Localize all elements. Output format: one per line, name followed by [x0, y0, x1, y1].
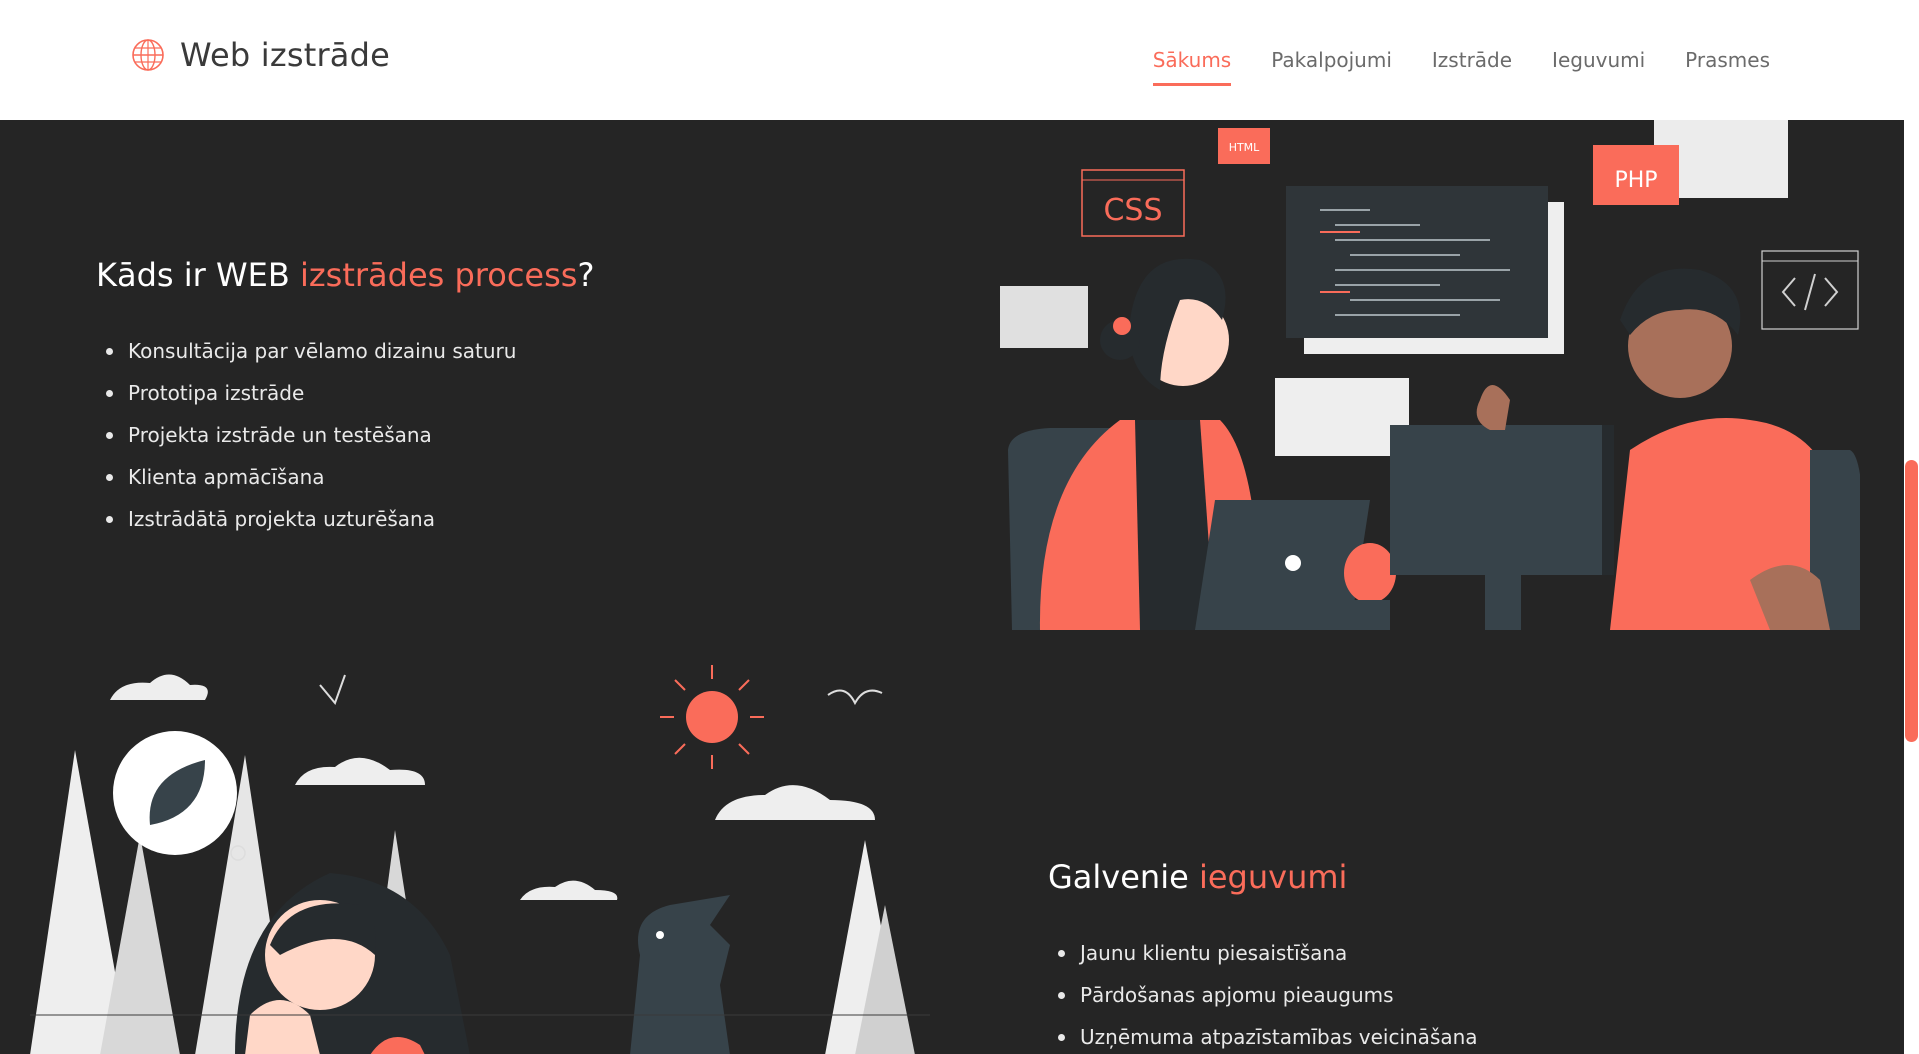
scrollbar[interactable]: [1904, 0, 1919, 1054]
list-item: Pārdošanas apjomu pieaugums: [1048, 974, 1478, 1016]
nav-item-ieguvumi[interactable]: Ieguvumi: [1552, 48, 1645, 86]
nav-item-prasmes[interactable]: Prasmes: [1685, 48, 1770, 86]
scrollbar-thumb[interactable]: [1905, 460, 1918, 742]
brand-name: Web izstrāde: [180, 36, 391, 74]
main-nav: Sākums Pakalpojumi Izstrāde Ieguvumi Pra…: [1113, 48, 1770, 86]
globe-icon: [132, 39, 164, 71]
list-item: Projekta izstrāde un testēšana: [96, 414, 516, 456]
css-label: CSS: [1103, 193, 1162, 228]
monitor: [1390, 425, 1612, 575]
site-header: Web izstrāde Sākums Pakalpojumi Izstrāde…: [0, 0, 1904, 120]
dog: [630, 895, 730, 1054]
list-item: Konsultācija par vēlamo dizainu saturu: [96, 330, 516, 372]
php-label: PHP: [1614, 168, 1657, 193]
list-item: Jaunu klientu piesaistīšana: [1048, 932, 1478, 974]
sun: [660, 665, 764, 769]
list-item: Prototipa izstrāde: [96, 372, 516, 414]
nav-item-izstrade[interactable]: Izstrāde: [1432, 48, 1512, 86]
nav-item-sakums[interactable]: Sākums: [1152, 48, 1231, 86]
tree: [100, 835, 180, 1054]
process-heading-suffix: ?: [577, 256, 595, 294]
benefits-heading-accent: ieguvumi: [1198, 858, 1348, 896]
relaxation-illustration: [30, 665, 930, 1054]
cloud: [110, 674, 208, 700]
cloud: [295, 757, 425, 785]
laptop: [1195, 500, 1370, 630]
benefits-list: Jaunu klientu piesaistīšana Pārdošanas a…: [1048, 932, 1478, 1054]
floating-card: [1275, 378, 1409, 456]
list-item: Izstrādātā projekta uzturēšana: [96, 498, 516, 540]
list-item: Klienta apmācīšana: [96, 456, 516, 498]
cactus: [1344, 543, 1396, 603]
bird: [319, 674, 346, 705]
process-heading-prefix: Kāds ir WEB: [96, 256, 300, 294]
code-brackets-icon: [1781, 273, 1839, 311]
brand-logo[interactable]: Web izstrāde: [130, 36, 390, 74]
nav-item-pakalpojumi[interactable]: Pakalpojumi: [1271, 48, 1392, 86]
developers-illustration: HTML CSS PHP: [1000, 120, 1860, 630]
list-item: Uzņēmuma atpazīstamības veicināšana: [1048, 1016, 1478, 1054]
floating-card: [1000, 286, 1088, 348]
process-list: Konsultācija par vēlamo dizainu saturu P…: [96, 330, 516, 540]
html-label: HTML: [1229, 141, 1260, 154]
process-heading: Kāds ir WEB izstrādes process?: [96, 256, 594, 294]
benefits-heading-prefix: Galvenie: [1048, 858, 1199, 896]
cloud: [715, 785, 875, 820]
benefits-heading: Galvenie ieguvumi: [1048, 858, 1347, 896]
cloud: [520, 880, 618, 900]
bird: [827, 689, 883, 706]
process-heading-accent: izstrādes process: [299, 256, 578, 294]
